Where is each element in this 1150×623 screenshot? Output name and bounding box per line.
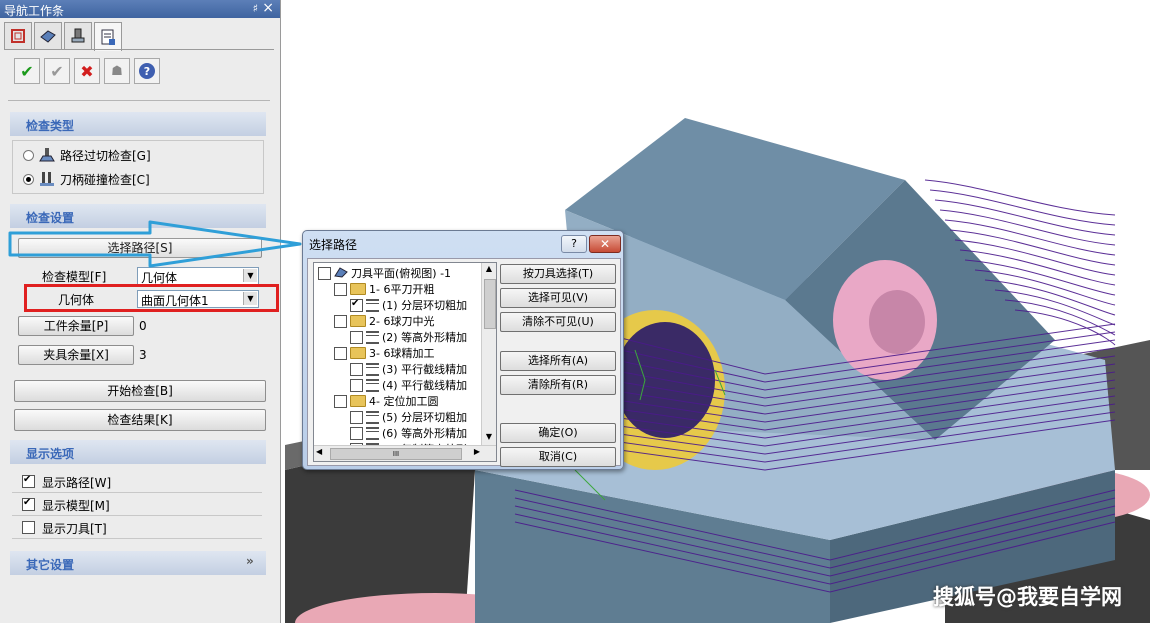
tree-checkbox[interactable] bbox=[350, 378, 363, 392]
show-tool-option[interactable]: 显示刀具[T] bbox=[12, 516, 262, 539]
select-path-dialog: 选择路径 ? ✕ 刀具平面(俯视图) -1 1- 6平刀开粗 (1) 分层环切粗加 2… bbox=[302, 230, 624, 470]
path-tree[interactable]: 刀具平面(俯视图) -1 1- 6平刀开粗 (1) 分层环切粗加 2- 6球刀中光 (2… bbox=[313, 262, 497, 462]
ok-button[interactable]: 确定(O) bbox=[500, 423, 616, 443]
stock-allowance-value[interactable]: 0 bbox=[139, 319, 147, 333]
bore-hole-inner bbox=[869, 290, 925, 354]
tree-item[interactable]: 3- 6球精加工 bbox=[334, 345, 434, 361]
toolpath-icon bbox=[366, 410, 379, 424]
tree-item[interactable]: (1) 分层环切粗加 bbox=[350, 297, 467, 313]
checkbox-label: 显示刀具[T] bbox=[42, 522, 107, 536]
checkbox[interactable] bbox=[22, 521, 35, 534]
scroll-down-icon[interactable]: ▼ bbox=[483, 432, 495, 444]
tree-item-label: (1) 分层环切粗加 bbox=[382, 299, 468, 312]
tree-item[interactable]: (6) 等高外形精加 bbox=[350, 425, 467, 441]
tool-plane-icon bbox=[334, 266, 348, 281]
clear-invisible-button[interactable]: 清除不可见(U) bbox=[500, 312, 616, 332]
check-result-button[interactable]: 检查结果[K] bbox=[14, 409, 266, 431]
tree-item-label: (4) 平行截线精加 bbox=[382, 379, 468, 392]
tree-item[interactable]: 4- 定位加工圆 bbox=[334, 393, 438, 409]
dialog-body: 刀具平面(俯视图) -1 1- 6平刀开粗 (1) 分层环切粗加 2- 6球刀中光 (2… bbox=[307, 258, 621, 467]
tree-horizontal-scrollbar[interactable]: ◀ III ▶ bbox=[314, 445, 496, 461]
tree-item-label: (3) 平行截线精加 bbox=[382, 363, 468, 376]
tree-item[interactable]: 2- 6球刀中光 bbox=[334, 313, 434, 329]
tree-item-label: 3- 6球精加工 bbox=[369, 347, 435, 360]
tree-checkbox[interactable] bbox=[334, 282, 347, 296]
tree-checkbox[interactable] bbox=[334, 346, 347, 360]
tree-item[interactable]: (2) 等高外形精加 bbox=[350, 329, 467, 345]
tree-item-label: 2- 6球刀中光 bbox=[369, 315, 435, 328]
folder-icon bbox=[350, 395, 366, 407]
show-model-option[interactable]: 显示模型[M] bbox=[12, 493, 262, 516]
checkbox[interactable] bbox=[22, 497, 35, 511]
tree-item-label: (2) 等高外形精加 bbox=[382, 331, 468, 344]
toolpath-icon bbox=[366, 362, 379, 376]
scroll-up-icon[interactable]: ▲ bbox=[483, 264, 495, 276]
tree-item[interactable]: (4) 平行截线精加 bbox=[350, 377, 467, 393]
cancel-button[interactable]: 取消(C) bbox=[500, 447, 616, 467]
display-options-header[interactable]: 显示选项 bbox=[10, 440, 266, 464]
show-path-option[interactable]: 显示路径[W] bbox=[12, 470, 262, 493]
scroll-thumb-h[interactable]: III bbox=[330, 448, 462, 460]
tree-checkbox[interactable] bbox=[350, 410, 363, 424]
highlight-box bbox=[24, 284, 279, 312]
tree-checkbox[interactable] bbox=[350, 362, 363, 376]
dialog-title: 选择路径 bbox=[309, 238, 358, 252]
scroll-thumb[interactable] bbox=[484, 279, 496, 329]
checkbox-label: 显示路径[W] bbox=[42, 476, 112, 490]
tree-item[interactable]: 1- 6平刀开粗 bbox=[334, 281, 434, 297]
tree-vertical-scrollbar[interactable]: ▲ ▼ bbox=[481, 263, 496, 445]
toolpath-icon bbox=[366, 298, 379, 312]
tree-item-label: 4- 定位加工圆 bbox=[369, 395, 439, 408]
select-by-tool-button[interactable]: 按刀具选择(T) bbox=[500, 264, 616, 284]
dialog-close-button[interactable]: ✕ bbox=[589, 235, 621, 253]
fixture-allowance-value[interactable]: 3 bbox=[139, 348, 147, 362]
tree-item[interactable]: 刀具平面(俯视图) -1 bbox=[318, 265, 451, 281]
callout-arrow bbox=[8, 220, 302, 268]
tree-item-label: (5) 分层环切粗加 bbox=[382, 411, 468, 424]
folder-icon bbox=[350, 283, 366, 295]
toolpath-icon bbox=[366, 426, 379, 440]
tree-item-label: 1- 6平刀开粗 bbox=[369, 283, 435, 296]
tree-checkbox[interactable] bbox=[334, 394, 347, 408]
scroll-left-icon[interactable]: ◀ bbox=[316, 447, 322, 456]
tree-checkbox[interactable] bbox=[350, 298, 363, 312]
tree-item-label: 刀具平面(俯视图) -1 bbox=[351, 267, 452, 280]
start-check-button[interactable]: 开始检查[B] bbox=[14, 380, 266, 402]
dialog-help-button[interactable]: ? bbox=[561, 235, 587, 253]
clear-all-button[interactable]: 清除所有(R) bbox=[500, 375, 616, 395]
select-all-button[interactable]: 选择所有(A) bbox=[500, 351, 616, 371]
folder-icon bbox=[350, 315, 366, 327]
tree-item[interactable]: (3) 平行截线精加 bbox=[350, 361, 467, 377]
expand-icon[interactable]: » bbox=[246, 554, 254, 568]
tree-item-label: (6) 等高外形精加 bbox=[382, 427, 468, 440]
tree-checkbox[interactable] bbox=[318, 266, 331, 280]
tree-checkbox[interactable] bbox=[334, 314, 347, 328]
checkbox-label: 显示模型[M] bbox=[42, 499, 110, 513]
select-visible-button[interactable]: 选择可见(V) bbox=[500, 288, 616, 308]
tree-item[interactable]: (5) 分层环切粗加 bbox=[350, 409, 467, 425]
toolpath-icon bbox=[366, 330, 379, 344]
tree-checkbox[interactable] bbox=[350, 426, 363, 440]
folder-icon bbox=[350, 347, 366, 359]
stock-allowance-button[interactable]: 工件余量[P] bbox=[18, 316, 134, 336]
toolpath-icon bbox=[366, 378, 379, 392]
other-settings-header[interactable]: 其它设置 » bbox=[10, 551, 266, 575]
tree-checkbox[interactable] bbox=[350, 330, 363, 344]
watermark: 搜狐号@我要自学网 bbox=[933, 585, 1122, 609]
checkbox[interactable] bbox=[22, 474, 35, 488]
scroll-right-icon[interactable]: ▶ bbox=[474, 447, 480, 456]
fixture-allowance-button[interactable]: 夹具余量[X] bbox=[18, 345, 134, 365]
